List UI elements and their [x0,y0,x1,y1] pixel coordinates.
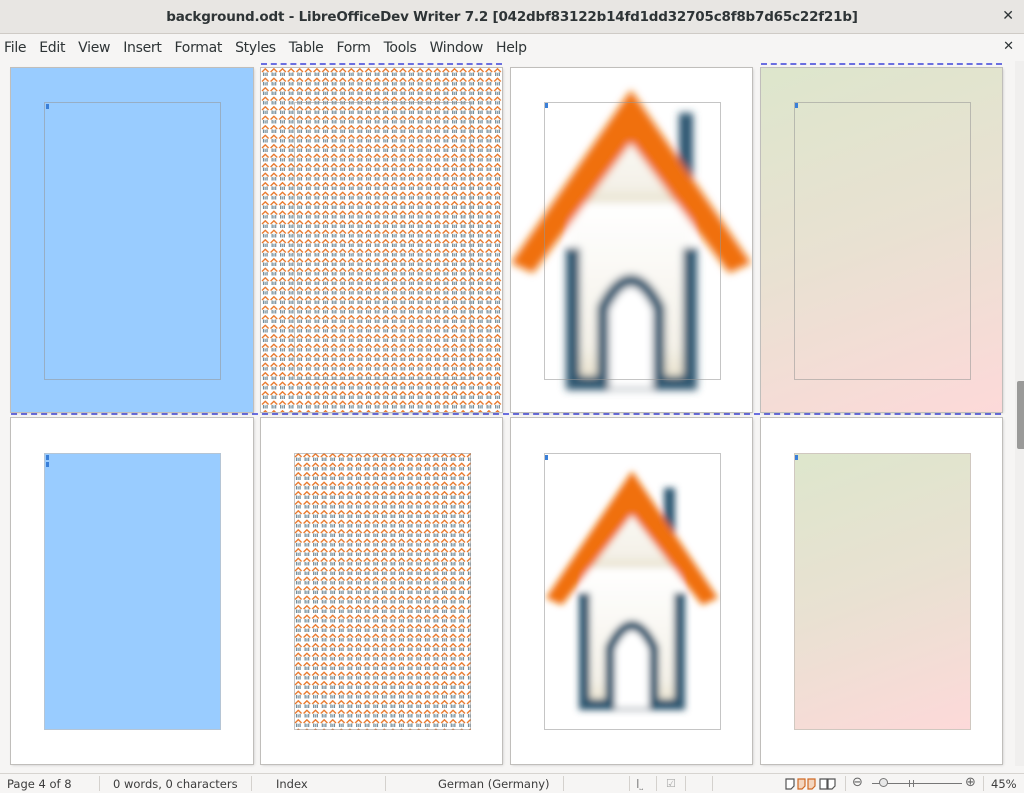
page-8[interactable] [761,418,1002,764]
close-window-icon[interactable]: ✕ [1002,8,1014,24]
document-canvas[interactable] [0,61,1015,766]
page-7[interactable] [511,418,752,764]
text-area-boundary [294,453,471,730]
separator [685,776,686,791]
document-modified-icon[interactable]: ☑ [666,777,676,790]
text-area-background [44,453,221,730]
text-area-boundary [544,453,721,730]
window-title: background.odt - LibreOfficeDev Writer 7… [166,8,858,25]
page-4[interactable] [761,68,1002,412]
menu-bar: File Edit View Insert Format Styles Tabl… [0,35,1024,60]
page-style[interactable]: Index [276,777,308,791]
separator [656,776,657,791]
separator [712,776,713,791]
zoom-slider-tick [913,780,914,787]
page-6[interactable] [261,418,502,764]
menu-view[interactable]: View [78,40,110,56]
menu-edit[interactable]: Edit [39,40,65,56]
status-bar: Page 4 of 8 0 words, 0 characters Index … [0,773,1024,793]
text-area-boundary [294,102,471,380]
paragraph-mark-icon [46,462,49,467]
page-break-line [261,63,502,65]
zoom-out-icon[interactable]: ⊖ [852,775,863,790]
single-page-view-icon[interactable] [785,778,795,790]
page-break-line [11,413,1001,415]
separator [99,776,100,791]
vertical-scrollbar[interactable] [1015,61,1024,766]
page-5[interactable] [11,418,253,764]
menu-insert[interactable]: Insert [123,40,162,56]
menu-tools[interactable]: Tools [384,40,417,56]
page-break-line [761,63,1002,65]
menu-file[interactable]: File [4,40,27,56]
paragraph-mark-icon [46,455,49,460]
zoom-in-icon[interactable]: ⊕ [965,775,976,790]
zoom-level[interactable]: 45% [991,777,1017,791]
zoom-slider-handle[interactable] [879,778,888,787]
separator [983,776,984,791]
text-area-boundary [544,102,721,380]
page-1[interactable] [11,68,253,412]
menu-format[interactable]: Format [175,40,223,56]
separator [385,776,386,791]
text-area-boundary [44,102,221,380]
multi-page-view-icon[interactable] [797,778,817,790]
title-bar: background.odt - LibreOfficeDev Writer 7… [0,0,1024,34]
paragraph-mark-icon [795,103,798,108]
text-area-boundary [794,102,971,380]
paragraph-mark-icon [545,103,548,108]
menu-form[interactable]: Form [336,40,370,56]
text-cursor-icon[interactable]: I⎵ [636,777,643,791]
close-document-icon[interactable]: ✕ [1003,39,1014,54]
paragraph-mark-icon [545,455,548,460]
paragraph-mark-icon [46,104,49,109]
page-3[interactable] [511,68,752,412]
page-2[interactable] [261,68,502,412]
separator [251,776,252,791]
separator [629,776,630,791]
scrollbar-thumb[interactable] [1017,381,1024,449]
menu-styles[interactable]: Styles [235,40,276,56]
menu-table[interactable]: Table [289,40,324,56]
language[interactable]: German (Germany) [438,777,550,791]
book-view-icon[interactable] [819,778,837,790]
page-number[interactable]: Page 4 of 8 [7,777,72,791]
separator [845,776,846,791]
paragraph-mark-icon [795,455,798,460]
word-count[interactable]: 0 words, 0 characters [113,777,238,791]
zoom-slider-tick [909,780,910,787]
menu-help[interactable]: Help [496,40,527,56]
separator [563,776,564,791]
text-area-background [794,453,971,730]
menu-window[interactable]: Window [430,40,484,56]
